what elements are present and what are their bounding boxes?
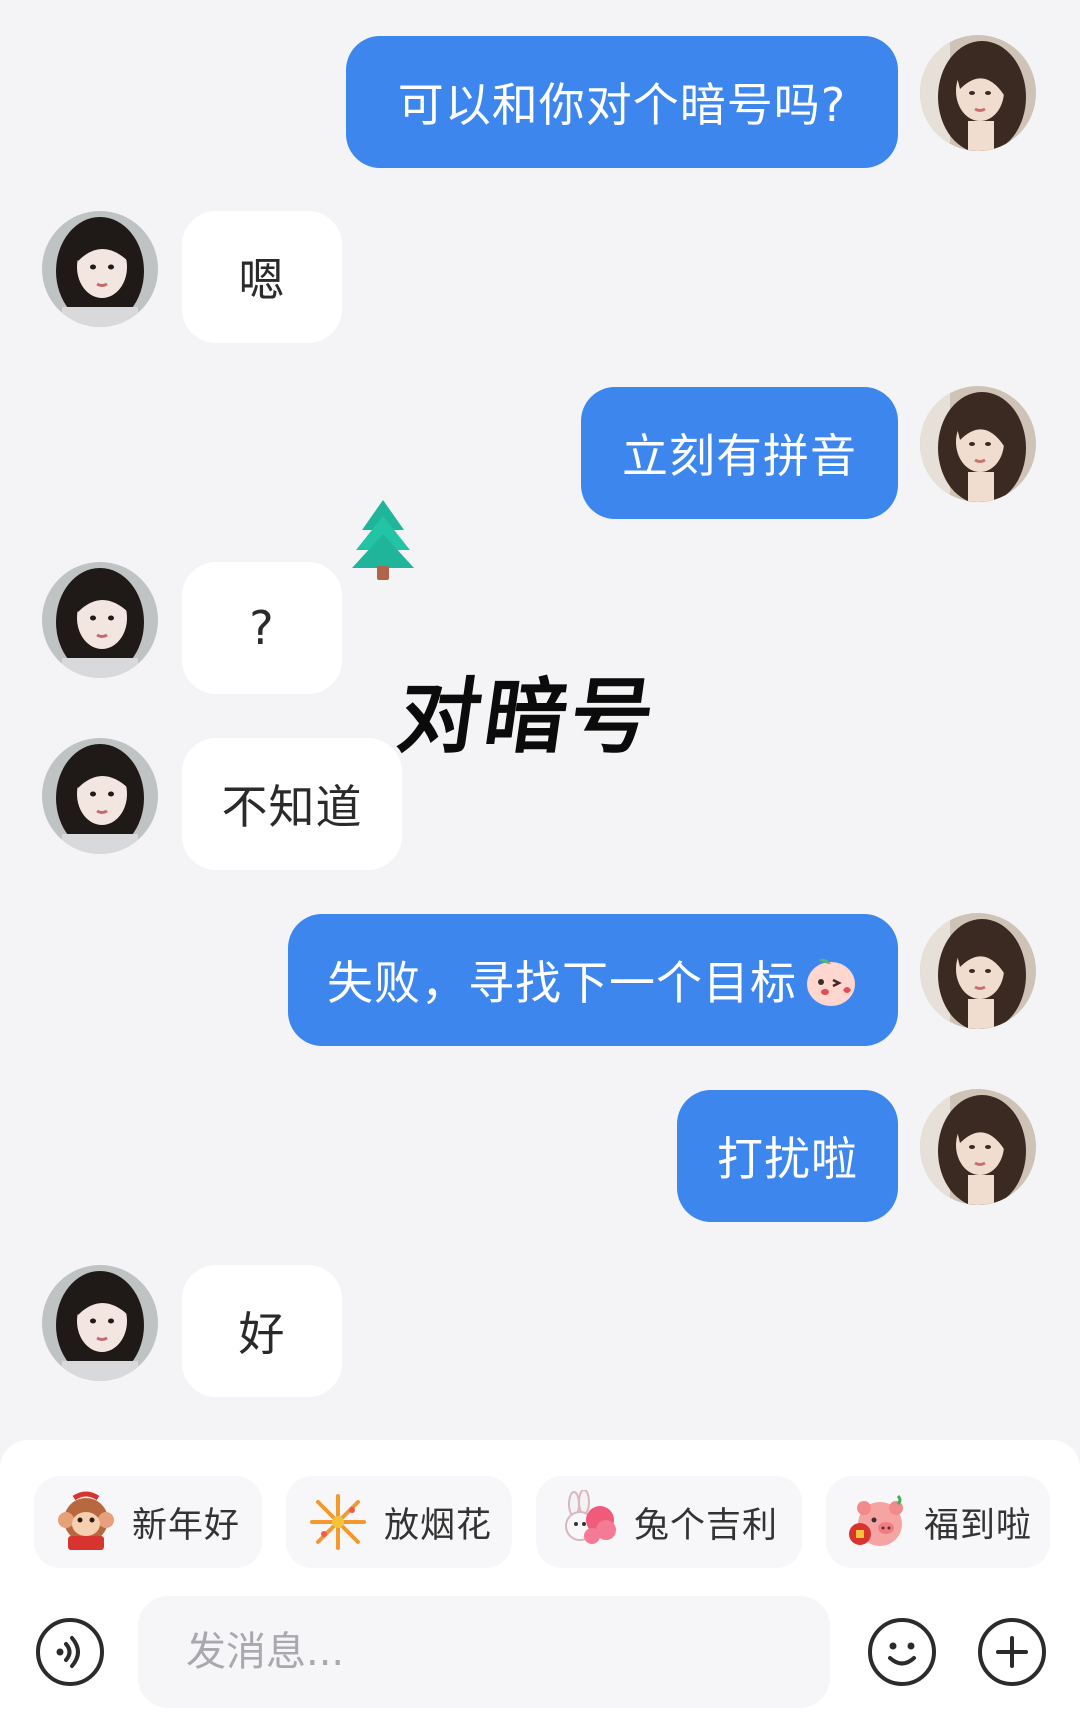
message-text: 立刻有拼音	[622, 429, 857, 483]
message-bubble-outgoing[interactable]: 打扰啦	[677, 1090, 898, 1222]
message-text: 不知道	[221, 780, 363, 834]
rabbit-sticker-icon	[565, 1490, 616, 1544]
quick-reply-label: 新年好	[132, 1505, 241, 1546]
message-text: 好	[238, 1307, 286, 1361]
quick-reply-fudaola[interactable]: 福到啦	[826, 1476, 1050, 1568]
kissing-peach-emoji-icon	[807, 958, 855, 1006]
quick-reply-label: 放烟花	[384, 1505, 493, 1546]
pig-sticker-icon	[849, 1494, 903, 1546]
quick-reply-label: 兔个吉利	[634, 1505, 779, 1546]
fireworks-sticker-icon	[310, 1494, 366, 1550]
contact-avatar[interactable]	[42, 562, 158, 678]
tree-icon	[352, 500, 414, 580]
emoji-button[interactable]	[868, 1618, 936, 1686]
message-text: 嗯	[238, 253, 286, 307]
contact-avatar[interactable]	[42, 211, 158, 327]
message-text: ?	[249, 601, 275, 655]
message-text: 可以和你对个暗号吗?	[397, 78, 847, 132]
message-input[interactable]	[138, 1596, 830, 1708]
message-text: 打扰啦	[717, 1132, 858, 1186]
chat-screen: 可以和你对个暗号吗? 嗯 立刻有拼音 ? 对暗号 不知道 失败，寻找下一个目标 …	[0, 0, 1080, 1716]
message-bubble-outgoing[interactable]: 可以和你对个暗号吗?	[346, 36, 898, 168]
message-bubble-incoming[interactable]: ?	[182, 562, 342, 694]
my-avatar[interactable]	[920, 1089, 1036, 1205]
overlay-title: 对暗号	[392, 669, 664, 765]
message-bubble-incoming[interactable]: 嗯	[182, 211, 342, 343]
smiley-icon	[888, 1642, 916, 1666]
contact-avatar[interactable]	[42, 738, 158, 854]
message-bubble-outgoing[interactable]: 失败，寻找下一个目标	[288, 914, 898, 1046]
quick-reply-tugejili[interactable]: 兔个吉利	[536, 1476, 802, 1568]
message-bubble-incoming[interactable]: 不知道	[182, 738, 402, 870]
message-text: 失败，寻找下一个目标	[327, 956, 797, 1010]
quick-reply-label: 福到啦	[924, 1505, 1033, 1546]
my-avatar[interactable]	[920, 386, 1036, 502]
composer-panel: 新年好 放烟花 兔个吉利 福到啦 发消息...	[0, 1440, 1080, 1716]
quick-reply-fangyanhua[interactable]: 放烟花	[286, 1476, 512, 1568]
more-options-button[interactable]	[978, 1618, 1046, 1686]
my-avatar[interactable]	[920, 35, 1036, 151]
my-avatar[interactable]	[920, 913, 1036, 1029]
message-bubble-outgoing[interactable]: 立刻有拼音	[581, 387, 898, 519]
plus-icon	[996, 1636, 1028, 1668]
message-bubble-incoming[interactable]: 好	[182, 1265, 342, 1397]
voice-input-button[interactable]	[36, 1618, 104, 1686]
monkey-sticker-icon	[58, 1491, 114, 1550]
voice-icon	[56, 1636, 80, 1668]
quick-reply-xinnianhao[interactable]: 新年好	[34, 1476, 262, 1568]
contact-avatar[interactable]	[42, 1265, 158, 1381]
